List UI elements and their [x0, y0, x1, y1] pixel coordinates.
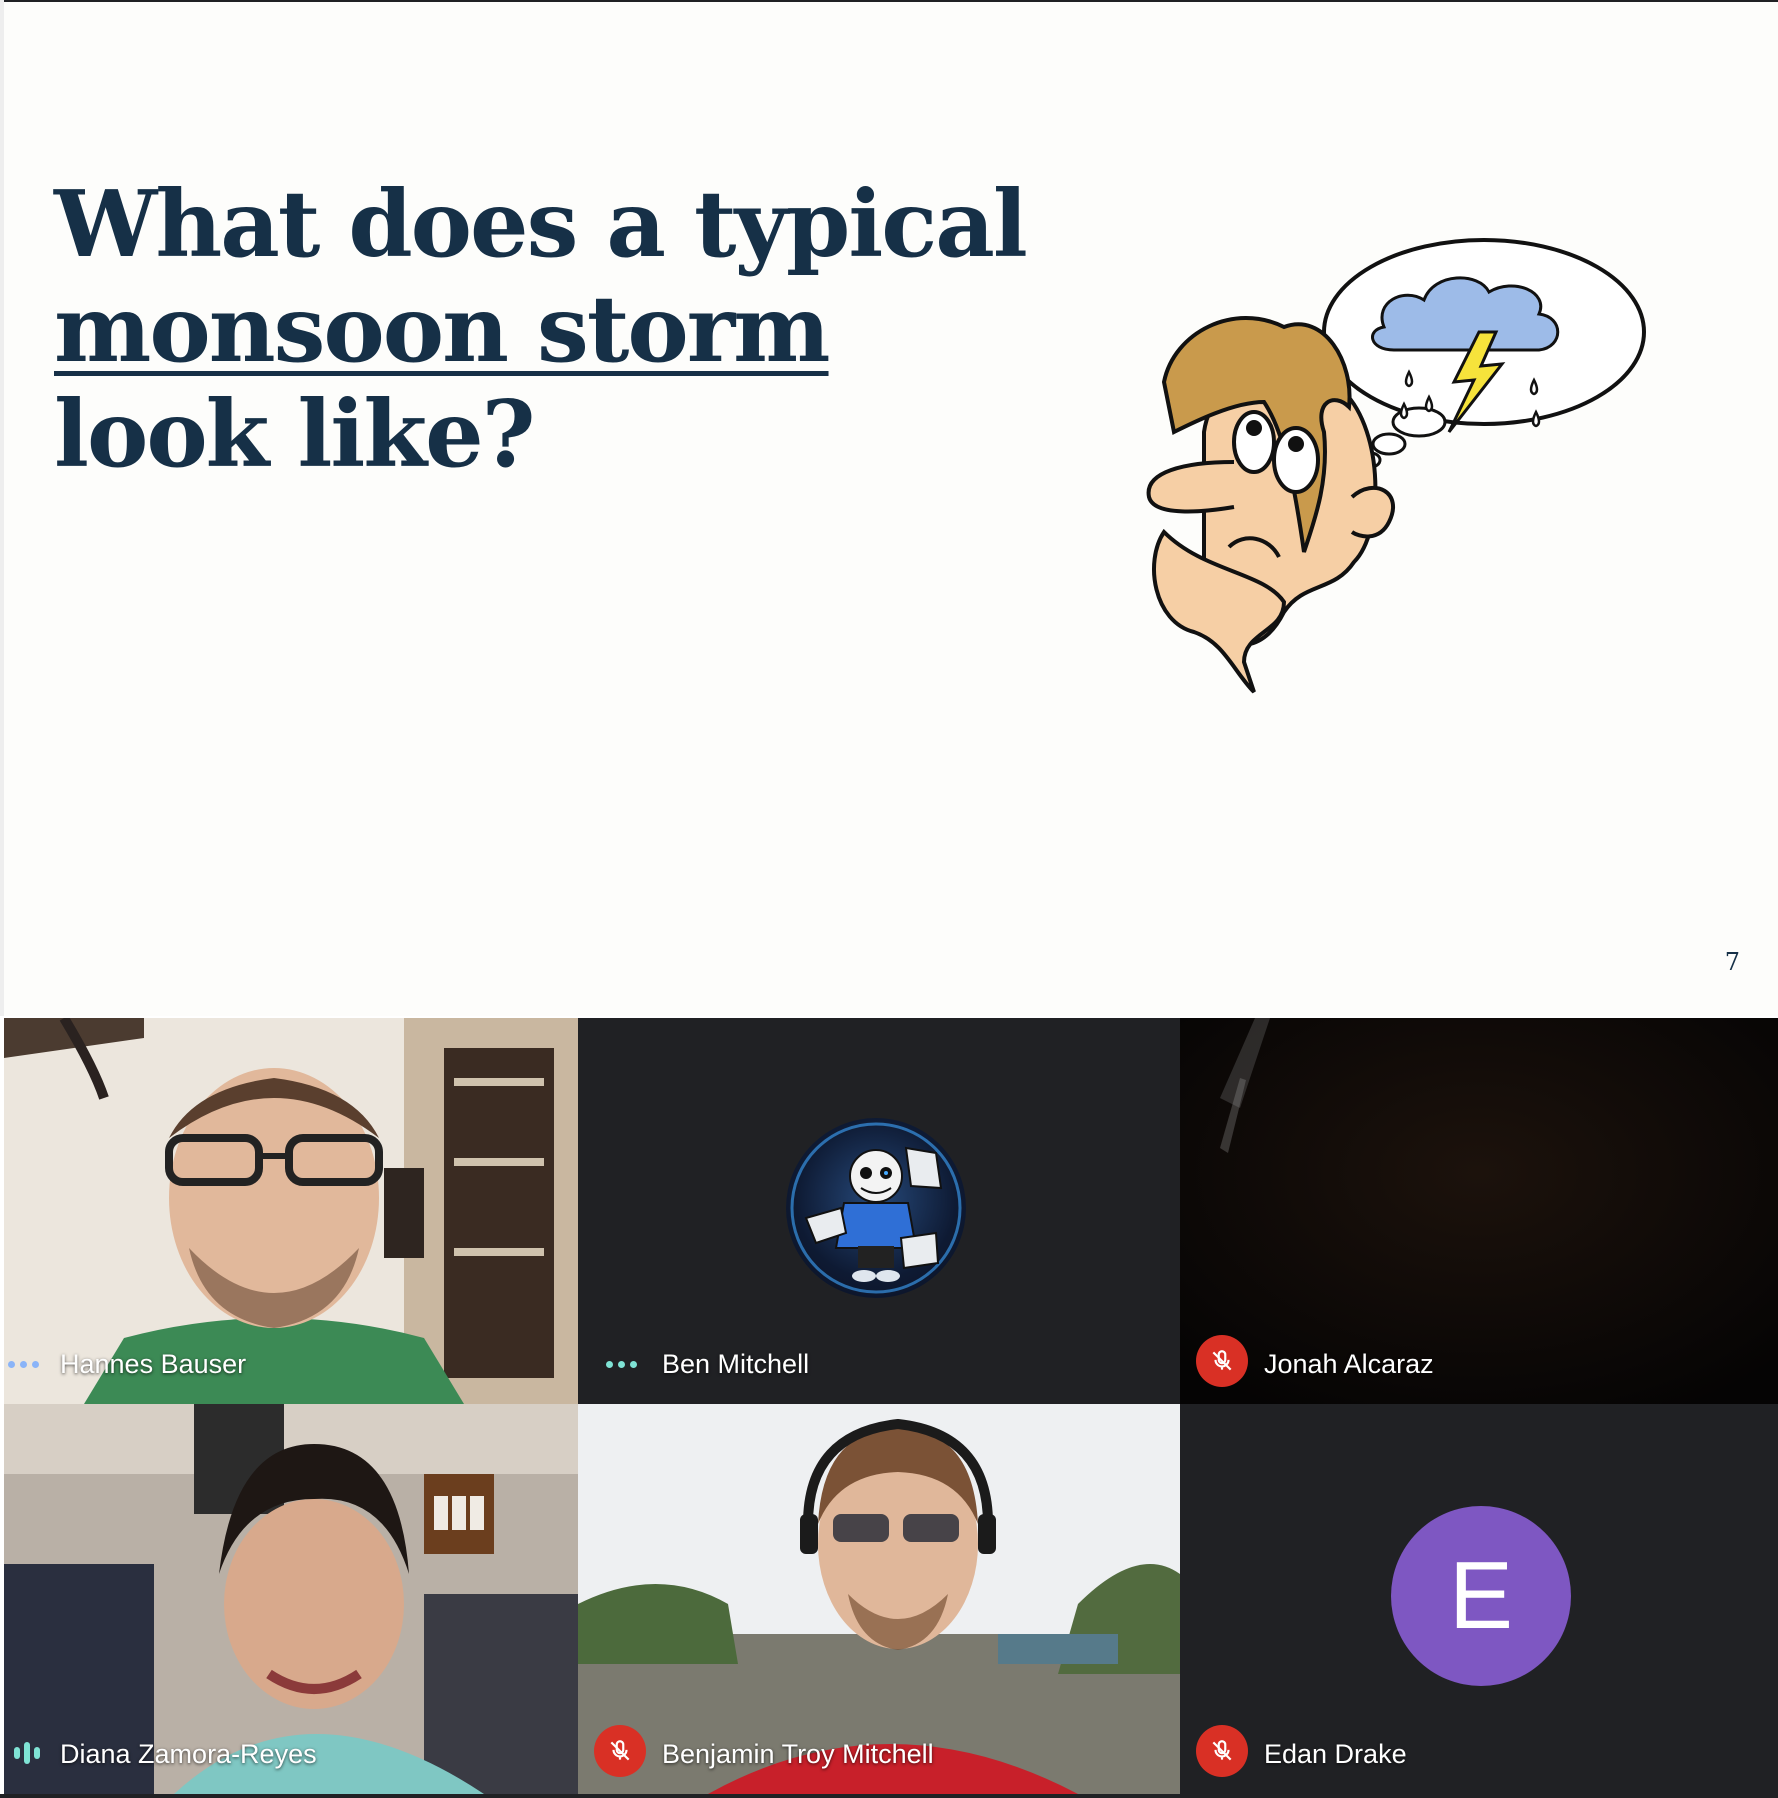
slide-title-rest: look like?	[54, 380, 536, 488]
participant-name: Edan Drake	[1264, 1739, 1407, 1769]
participant-video	[1180, 1018, 1778, 1404]
microphone-muted-icon	[594, 1725, 646, 1777]
more-options-icon[interactable]	[8, 1361, 39, 1368]
participant-grid: Hannes Bauser Ben Mitchell Jonah Alcaraz…	[4, 1018, 1778, 1798]
slide-title: What does a typical monsoon storm look l…	[54, 172, 1034, 487]
participant-name: Jonah Alcaraz	[1264, 1349, 1434, 1379]
participant-tile[interactable]: Hannes Bauser	[4, 1018, 578, 1404]
speaking-indicator-icon	[14, 1742, 40, 1764]
participant-video	[4, 1404, 578, 1794]
presentation-slide: What does a typical monsoon storm look l…	[4, 2, 1778, 1016]
participant-video	[578, 1404, 1180, 1794]
participant-tile[interactable]: Ben Mitchell	[578, 1018, 1180, 1404]
slide-title-underlined: monsoon storm	[54, 275, 831, 383]
slide-title-line-1: What does a typical	[54, 170, 1028, 278]
microphone-muted-icon	[1196, 1335, 1248, 1387]
skeleton-character-icon	[790, 1122, 962, 1294]
participant-name: Ben Mitchell	[662, 1349, 810, 1379]
participant-name: Diana Zamora-Reyes	[60, 1739, 317, 1769]
window-bottom-border	[0, 1794, 1778, 1798]
participant-tile[interactable]: E Edan Drake	[1180, 1404, 1778, 1794]
participant-tile[interactable]: Benjamin Troy Mitchell	[578, 1404, 1180, 1794]
thinking-man-storm-cloud-icon	[1146, 238, 1646, 694]
profile-avatar	[786, 1118, 966, 1298]
letter-avatar: E	[1391, 1506, 1571, 1686]
more-options-icon[interactable]	[606, 1361, 637, 1368]
participant-name: Benjamin Troy Mitchell	[662, 1739, 934, 1769]
participant-video	[4, 1018, 578, 1404]
slide-page-number: 7	[1724, 948, 1740, 976]
participant-tile[interactable]: Diana Zamora-Reyes	[4, 1404, 578, 1794]
participant-name: Hannes Bauser	[60, 1349, 247, 1379]
participant-tile[interactable]: Jonah Alcaraz	[1180, 1018, 1778, 1404]
microphone-muted-icon	[1196, 1725, 1248, 1777]
